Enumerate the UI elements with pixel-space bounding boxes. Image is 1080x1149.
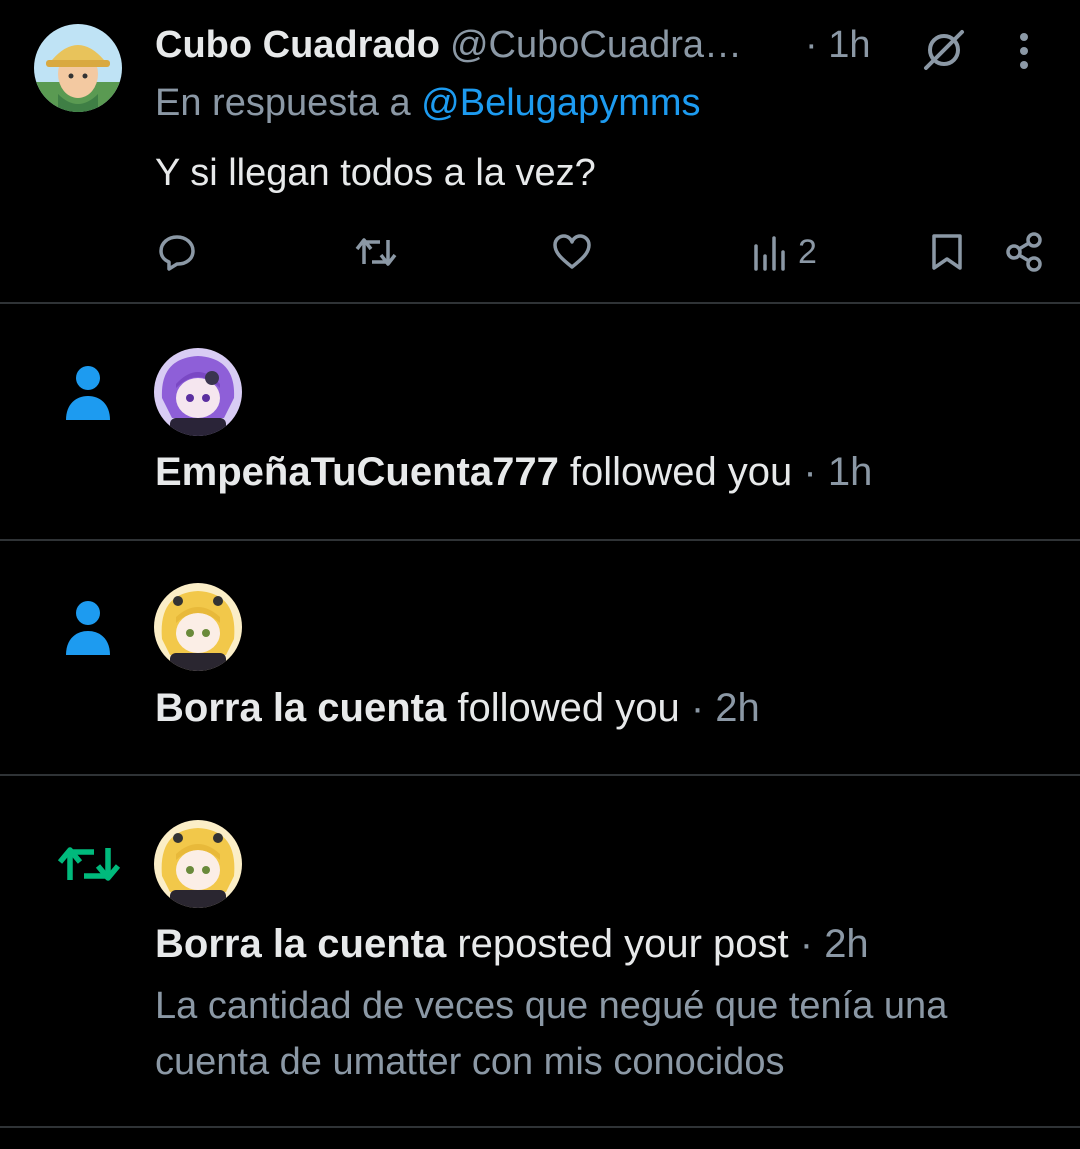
user-name-link[interactable]: Borra la cuenta xyxy=(155,922,446,966)
repost-icon xyxy=(56,842,122,891)
grok-icon[interactable] xyxy=(920,28,968,72)
notification-text: EmpeñaTuCuenta777 followed you · 1h xyxy=(155,450,872,495)
like-icon xyxy=(553,234,591,269)
notification-text: Borra la cuenta reposted your post · 2h xyxy=(155,922,869,967)
reply-mention-link[interactable]: @Belugapymms xyxy=(421,82,700,124)
reply-context: En respuesta a @Belugapymms xyxy=(155,82,701,125)
notification-time: · 2h xyxy=(788,922,869,966)
notification-action: followed you xyxy=(558,450,793,494)
reposted-post-text[interactable]: La cantidad de veces que negué que tenía… xyxy=(155,978,1045,1090)
views-count: 2 xyxy=(798,232,817,271)
person-icon xyxy=(64,599,112,662)
avatar[interactable] xyxy=(154,583,242,671)
reply-button[interactable] xyxy=(157,232,197,272)
tweet-text: Y si llegan todos a la vez? xyxy=(155,152,596,194)
author-handle[interactable]: @CuboCuadra… xyxy=(450,24,742,66)
reply-tweet[interactable]: Cubo Cuadrado @CuboCuadra… · 1h En respues… xyxy=(0,0,1080,302)
bookmark-icon xyxy=(932,234,962,270)
avatar[interactable] xyxy=(154,348,242,436)
person-icon xyxy=(64,364,112,427)
notification-repost[interactable]: Borra la cuenta reposted your post · 2h … xyxy=(0,776,1080,1126)
notification-text: Borra la cuenta followed you · 2h xyxy=(155,686,760,731)
repost-icon xyxy=(355,238,397,266)
notification-time: · 1h xyxy=(792,450,873,494)
notification-action: reposted your post xyxy=(446,922,789,966)
user-name-link[interactable]: EmpeñaTuCuenta777 xyxy=(155,450,559,494)
reply-prefix: En respuesta a xyxy=(155,82,411,124)
author-name[interactable]: Cubo Cuadrado xyxy=(155,24,440,66)
share-button[interactable] xyxy=(1004,232,1044,272)
avatar[interactable] xyxy=(154,820,242,908)
avatar[interactable] xyxy=(34,24,122,112)
notification-time: · 2h xyxy=(679,686,760,730)
divider xyxy=(0,1126,1080,1128)
notification-follow[interactable]: Borra la cuenta followed you · 2h xyxy=(0,541,1080,775)
views-button[interactable]: 2 xyxy=(752,232,817,272)
notification-action: followed you xyxy=(446,686,680,730)
tweet-time[interactable]: · 1h xyxy=(805,24,870,67)
views-icon xyxy=(754,236,785,271)
more-icon[interactable] xyxy=(1018,32,1030,70)
share-icon xyxy=(1006,232,1042,272)
repost-button[interactable] xyxy=(355,232,397,272)
user-name-link[interactable]: Borra la cuenta xyxy=(155,686,446,730)
bookmark-button[interactable] xyxy=(930,232,964,272)
author-line: Cubo Cuadrado @CuboCuadra… · 1h xyxy=(155,24,870,67)
notification-follow[interactable]: EmpeñaTuCuenta777 followed you · 1h xyxy=(0,304,1080,540)
reply-icon xyxy=(159,235,195,271)
like-button[interactable] xyxy=(552,233,592,271)
